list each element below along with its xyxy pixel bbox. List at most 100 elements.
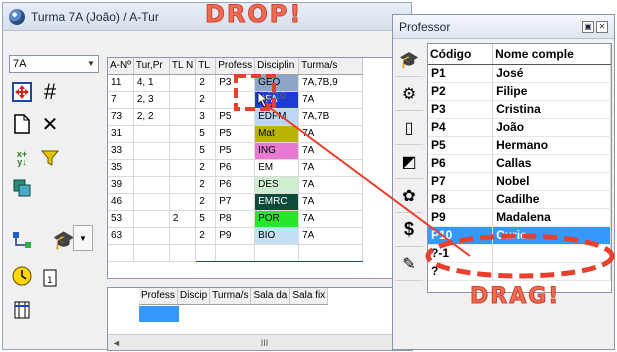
- lesson-cell[interactable]: [254, 243, 300, 262]
- move-icon[interactable]: [9, 79, 35, 105]
- column-header[interactable]: TL: [195, 58, 217, 75]
- column-header[interactable]: Código: [428, 44, 494, 65]
- professor-cell[interactable]: Curie: [492, 226, 611, 245]
- edit-icon[interactable]: ✎: [395, 247, 423, 281]
- dollar-icon[interactable]: $: [395, 213, 423, 247]
- settings-icon[interactable]: ✿: [395, 179, 423, 213]
- lesson-cell[interactable]: [169, 125, 197, 143]
- new-document-icon[interactable]: [9, 111, 35, 137]
- lesson-cell[interactable]: 53: [108, 210, 134, 228]
- professor-row[interactable]: P9 Madalena: [428, 208, 611, 227]
- column-header[interactable]: A-Nº: [108, 58, 134, 75]
- lesson-cell[interactable]: 2: [195, 227, 217, 245]
- lesson-cell[interactable]: [108, 244, 134, 262]
- lesson-cell[interactable]: BIO: [254, 227, 300, 245]
- professor-row[interactable]: P7 Nobel: [428, 172, 611, 191]
- close-icon[interactable]: ✕: [596, 20, 608, 33]
- lesson-cell[interactable]: [133, 176, 170, 194]
- columns-icon[interactable]: [9, 297, 35, 323]
- assignments-grid[interactable]: Profess Discip Turma/s Sala da Sala fix ◄ II…: [107, 287, 413, 351]
- lesson-cell[interactable]: 2: [195, 193, 217, 211]
- professor-cell[interactable]: P1: [428, 64, 494, 83]
- lesson-cell[interactable]: 7A: [298, 176, 364, 194]
- lesson-cell[interactable]: 2, 3: [133, 91, 170, 109]
- lesson-cell[interactable]: 7A: [298, 91, 364, 109]
- chevron-down-icon[interactable]: ▼: [73, 225, 93, 251]
- professor-cell[interactable]: João: [492, 118, 611, 137]
- new-lesson-row[interactable]: [108, 243, 364, 262]
- lesson-cell[interactable]: 7A: [298, 210, 364, 228]
- lesson-cell[interactable]: P5: [215, 142, 256, 160]
- lesson-cell[interactable]: 7A,7B: [298, 108, 364, 126]
- column-header[interactable]: Profess: [139, 288, 178, 305]
- lesson-cell[interactable]: 5: [195, 210, 217, 228]
- calendar-icon[interactable]: 1: [37, 265, 63, 291]
- lesson-cell[interactable]: 7A: [298, 142, 364, 160]
- lessons-grid[interactable]: A-Nº Tur,Pr TL N TL Profess Disciplin Turma/s …: [107, 57, 413, 279]
- professor-row[interactable]: P1 José: [428, 64, 611, 83]
- lesson-cell[interactable]: 7A,7B,9: [298, 74, 364, 92]
- lesson-cell[interactable]: ING: [254, 142, 300, 160]
- lesson-cell[interactable]: 39: [108, 176, 134, 194]
- lesson-cell[interactable]: EMRC: [254, 193, 300, 211]
- lesson-cell[interactable]: [215, 243, 256, 262]
- assignments-selected-cell[interactable]: [139, 306, 179, 322]
- lesson-cell[interactable]: [215, 91, 256, 109]
- delete-icon[interactable]: ✕: [37, 111, 63, 137]
- lesson-cell[interactable]: [169, 142, 197, 160]
- column-header[interactable]: Disciplin: [254, 58, 300, 75]
- lesson-cell[interactable]: 5: [195, 125, 217, 143]
- lesson-cell[interactable]: DFA: [254, 91, 300, 109]
- professor-cell[interactable]: P2: [428, 82, 494, 101]
- professor-cell[interactable]: [492, 262, 611, 281]
- lesson-cell[interactable]: P5: [215, 125, 256, 143]
- lesson-cell[interactable]: 73: [108, 108, 134, 126]
- professor-cell[interactable]: [492, 244, 611, 263]
- lesson-cell[interactable]: EM: [254, 159, 300, 177]
- lesson-row[interactable]: 73 2, 2 3 P5 EDFM 7A,7B: [108, 108, 364, 126]
- lesson-row[interactable]: 11 4, 1 2 P3 GEO 7A,7B,9: [108, 74, 364, 92]
- lesson-cell[interactable]: [169, 244, 197, 262]
- lesson-cell[interactable]: [169, 108, 197, 126]
- clock-icon[interactable]: [9, 263, 35, 289]
- professor-cell[interactable]: Hermano: [492, 136, 611, 155]
- lesson-cell[interactable]: [133, 244, 170, 262]
- lesson-cell[interactable]: 7: [108, 91, 134, 109]
- professor-cell[interactable]: P3: [428, 100, 494, 119]
- sort-icon[interactable]: x+ y↓: [9, 145, 35, 171]
- professor-row[interactable]: ?: [428, 262, 611, 281]
- professor-cell[interactable]: Cadilhe: [492, 190, 611, 209]
- professor-row[interactable]: P3 Cristina: [428, 100, 611, 119]
- restore-icon[interactable]: ▣: [582, 20, 594, 33]
- lesson-cell[interactable]: P6: [215, 176, 256, 194]
- horizontal-scrollbar[interactable]: ◄ III: [108, 334, 412, 350]
- professor-cell[interactable]: P5: [428, 136, 494, 155]
- exit-icon[interactable]: ▯: [395, 111, 423, 145]
- lesson-cell[interactable]: 7A: [298, 159, 364, 177]
- professor-row[interactable]: ?-1: [428, 244, 611, 263]
- lesson-cell[interactable]: Mat: [254, 125, 300, 143]
- lesson-cell[interactable]: DES: [254, 176, 300, 194]
- link-icon[interactable]: [9, 227, 35, 253]
- lesson-row[interactable]: 63 2 P9 BIO 7A: [108, 227, 364, 245]
- professor-cell[interactable]: ?-1: [428, 244, 494, 263]
- professor-cell[interactable]: Madalena: [492, 208, 611, 227]
- lesson-cell[interactable]: 7A: [298, 193, 364, 211]
- professor-cell[interactable]: P7: [428, 172, 494, 191]
- lesson-row[interactable]: 35 2 P6 EM 7A: [108, 159, 364, 177]
- lesson-row[interactable]: 7 2, 3 2 DFA 7A: [108, 91, 364, 109]
- column-header[interactable]: Tur,Pr: [133, 58, 170, 75]
- lesson-cell[interactable]: P8: [215, 210, 256, 228]
- column-header[interactable]: Profess: [215, 58, 256, 75]
- professor-row[interactable]: P4 João: [428, 118, 611, 137]
- lesson-cell[interactable]: 63: [108, 227, 134, 245]
- professor-row[interactable]: P8 Cadilhe: [428, 190, 611, 209]
- column-header[interactable]: Sala fix: [289, 288, 329, 305]
- lesson-row[interactable]: 31 5 P5 Mat 7A: [108, 125, 364, 143]
- filter-icon[interactable]: [37, 145, 63, 171]
- lesson-cell[interactable]: 7A: [298, 125, 364, 143]
- column-header[interactable]: Turma/s: [209, 288, 252, 305]
- professor-cell[interactable]: José: [492, 64, 611, 83]
- lesson-cell[interactable]: [133, 159, 170, 177]
- lesson-cell[interactable]: P6: [215, 159, 256, 177]
